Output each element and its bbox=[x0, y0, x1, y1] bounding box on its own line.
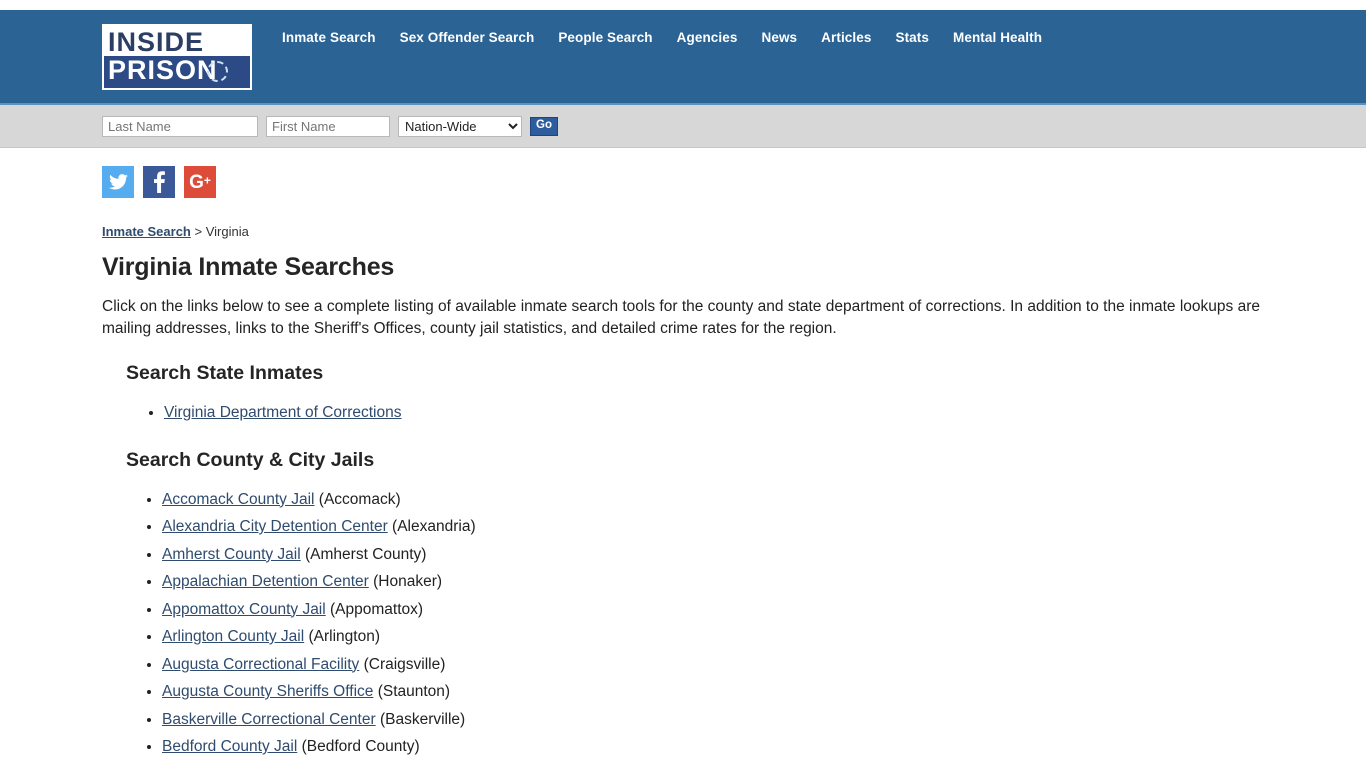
state-inmate-link-list: Virginia Department of Corrections bbox=[102, 399, 1266, 427]
list-item-place: (Staunton) bbox=[377, 683, 451, 700]
logo-bottom: PRISON bbox=[104, 56, 250, 89]
list-item: Alexandria City Detention Center (Alexan… bbox=[162, 513, 1266, 541]
list-item-place: (Craigsville) bbox=[363, 655, 446, 673]
list-item: Arlington County Jail (Arlington) bbox=[162, 623, 1266, 651]
list-item-link[interactable]: Accomack County Jail bbox=[162, 491, 314, 508]
site-header: INSIDE PRISON Inmate Search Sex Offender… bbox=[0, 10, 1366, 105]
list-item-link[interactable]: Augusta Correctional Facility bbox=[162, 656, 359, 673]
list-item-place: (Bedford County) bbox=[301, 738, 420, 755]
list-item: Accomack County Jail (Accomack) bbox=[162, 486, 1266, 514]
page-title: Virginia Inmate Searches bbox=[102, 253, 395, 281]
list-item-link[interactable]: Amherst County Jail bbox=[162, 546, 301, 563]
list-item: Appomattox County Jail (Appomattox) bbox=[162, 596, 1266, 624]
list-item-link[interactable]: Virginia Department of Corrections bbox=[164, 404, 402, 421]
go-button[interactable]: Go bbox=[530, 116, 558, 136]
logo-text-inside: INSIDE bbox=[108, 27, 205, 57]
site-logo[interactable]: INSIDE PRISON bbox=[102, 24, 252, 91]
nav-item-stats[interactable]: Stats bbox=[895, 30, 929, 45]
google-plus-share-button[interactable]: G+ bbox=[184, 166, 216, 198]
logo-top: INSIDE bbox=[104, 26, 250, 56]
list-item: Amherst County Jail (Amherst County) bbox=[162, 541, 1266, 569]
first-name-input[interactable] bbox=[266, 115, 390, 137]
list-item-link[interactable]: Baskerville Correctional Center bbox=[162, 711, 376, 728]
nav-item-news[interactable]: News bbox=[761, 30, 797, 45]
search-scope-select[interactable]: Nation-Wide bbox=[398, 115, 522, 137]
facebook-share-button[interactable] bbox=[143, 166, 175, 198]
breadcrumb-separator: > bbox=[194, 224, 203, 239]
twitter-share-button[interactable] bbox=[102, 166, 134, 198]
page-intro-text: Click on the links below to see a comple… bbox=[102, 298, 1260, 337]
list-item-link[interactable]: Augusta County Sheriffs Office bbox=[162, 683, 373, 700]
county-jail-link-list: Accomack County Jail (Accomack) Alexandr… bbox=[102, 486, 1266, 761]
search-band: Nation-Wide Go bbox=[0, 105, 1366, 148]
list-item-link[interactable]: Appomattox County Jail bbox=[162, 601, 326, 618]
facebook-icon bbox=[153, 171, 165, 193]
list-item-place: (Alexandria) bbox=[392, 518, 476, 535]
list-item: Appalachian Detention Center (Honaker) bbox=[162, 568, 1266, 596]
nav-item-inmate-search[interactable]: Inmate Search bbox=[282, 30, 376, 45]
list-item-place: (Honaker) bbox=[373, 573, 443, 590]
list-item-place: (Appomattox) bbox=[330, 600, 424, 618]
list-item: Baskerville Correctional Center (Baskerv… bbox=[162, 706, 1266, 734]
list-item-place: (Baskerville) bbox=[379, 710, 466, 728]
nav-item-sex-offender-search[interactable]: Sex Offender Search bbox=[400, 30, 535, 45]
google-plus-icon: G+ bbox=[189, 171, 211, 193]
list-item-link[interactable]: Appalachian Detention Center bbox=[162, 573, 369, 590]
list-item: Bedford County Jail (Bedford County) bbox=[162, 733, 1266, 761]
list-item: Augusta Correctional Facility (Craigsvil… bbox=[162, 651, 1266, 679]
list-item-link[interactable]: Bedford County Jail bbox=[162, 738, 297, 755]
list-item: Virginia Department of Corrections bbox=[164, 399, 1266, 427]
last-name-input[interactable] bbox=[102, 115, 258, 137]
twitter-icon bbox=[108, 174, 128, 190]
top-strip bbox=[0, 0, 1366, 10]
list-item-place: (Accomack) bbox=[318, 490, 401, 508]
page-content: G+ Inmate Search > Virginia Virginia Inm… bbox=[0, 148, 1366, 761]
breadcrumb-link-inmate-search[interactable]: Inmate Search bbox=[102, 224, 191, 239]
list-item-link[interactable]: Arlington County Jail bbox=[162, 628, 304, 645]
breadcrumb-current: Virginia bbox=[205, 224, 249, 239]
main-navigation: Inmate Search Sex Offender Search People… bbox=[282, 30, 1042, 45]
list-item-link[interactable]: Alexandria City Detention Center bbox=[162, 518, 388, 535]
list-item-place: (Arlington) bbox=[308, 628, 380, 645]
section-heading-county-city-jails: Search County & City Jails bbox=[126, 448, 375, 471]
nav-item-agencies[interactable]: Agencies bbox=[677, 30, 738, 45]
list-item-place: (Amherst County) bbox=[305, 545, 427, 563]
section-heading-state-inmates: Search State Inmates bbox=[126, 362, 324, 384]
nav-item-articles[interactable]: Articles bbox=[821, 30, 871, 45]
inmate-search-form: Nation-Wide Go bbox=[102, 115, 558, 137]
nav-item-mental-health[interactable]: Mental Health bbox=[953, 30, 1042, 45]
list-item: Augusta County Sheriffs Office (Staunton… bbox=[162, 678, 1266, 706]
nav-item-people-search[interactable]: People Search bbox=[558, 30, 652, 45]
social-share-row: G+ bbox=[102, 148, 1266, 198]
breadcrumb: Inmate Search > Virginia bbox=[102, 224, 1266, 239]
